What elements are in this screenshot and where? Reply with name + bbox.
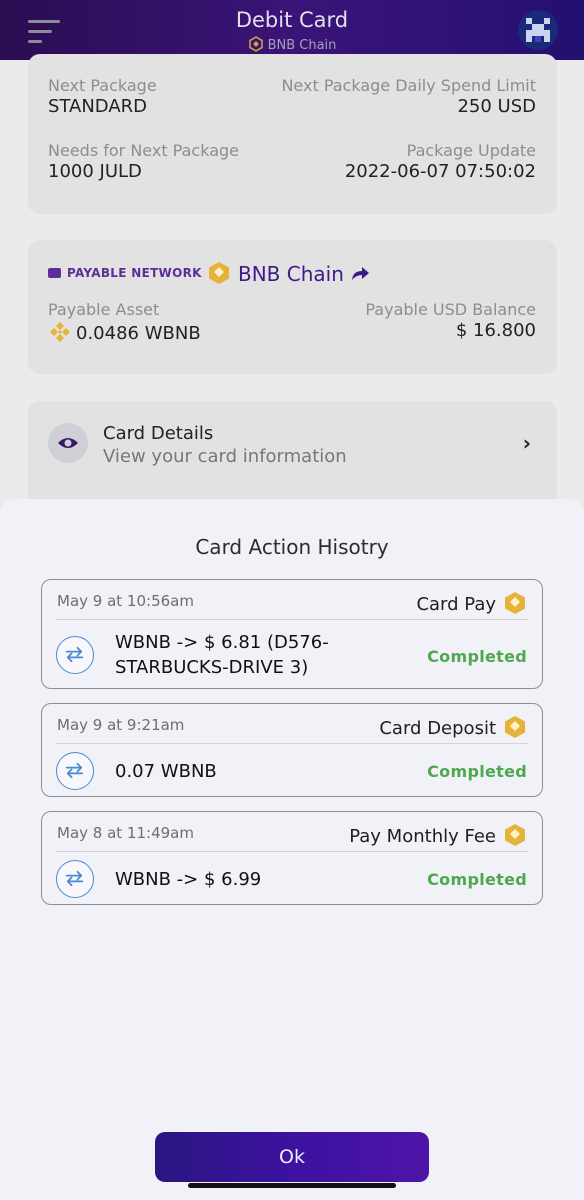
chevron-right-icon: › <box>522 431 531 455</box>
eye-icon <box>48 423 88 463</box>
network-card: PAYABLE NETWORK BNB Chain Payable Asset … <box>28 240 557 374</box>
home-indicator[interactable] <box>188 1183 396 1188</box>
history-detail: 0.07 WBNB <box>115 761 217 782</box>
bnb-icon <box>505 716 525 738</box>
swap-icon <box>56 860 94 898</box>
page-title: Debit Card <box>235 8 349 32</box>
history-type: Card Deposit <box>379 714 528 740</box>
payable-asset-value: 0.0486 WBNB <box>48 320 201 344</box>
status-badge: Completed <box>427 647 527 666</box>
history-item: May 8 at 11:49am Pay Monthly Fee WBNB ->… <box>41 811 543 905</box>
history-date: May 9 at 9:21am <box>57 716 185 734</box>
daily-limit-value: 250 USD <box>457 96 536 117</box>
history-detail-line: WBNB -> $ 6.81 (D576- <box>115 632 329 653</box>
history-type: Card Pay <box>416 590 528 616</box>
history-type-label: Card Pay <box>416 594 496 615</box>
swap-icon <box>56 752 94 790</box>
package-update-value: 2022-06-07 07:50:02 <box>344 161 536 182</box>
ok-button[interactable]: Ok <box>155 1132 429 1182</box>
bnb-icon <box>209 262 229 284</box>
chain-link[interactable]: BNB Chain <box>206 260 370 286</box>
history-detail: WBNB -> $ 6.81 (D576- STARBUCKS-DRIVE 3) <box>115 630 329 680</box>
history-detail-line: STARBUCKS-DRIVE 3) <box>115 657 309 678</box>
swap-icon <box>56 636 94 674</box>
avatar-icon[interactable] <box>518 10 558 50</box>
card-details-row[interactable]: Card Details View your card information … <box>28 401 557 511</box>
bnb-icon <box>505 592 525 614</box>
history-type-label: Card Deposit <box>379 718 496 739</box>
chain-subtitle: BNB Chain <box>0 36 584 53</box>
app-header: Debit Card BNB Chain <box>0 0 584 60</box>
chain-subtitle-label: BNB Chain <box>267 38 337 53</box>
history-item: May 9 at 9:21am Card Deposit 0.07 WBNB C… <box>41 703 543 797</box>
daily-limit-label: Next Package Daily Spend Limit <box>281 76 536 95</box>
history-sheet: Card Action Hisotry May 9 at 10:56am Car… <box>0 499 584 1200</box>
payable-network-label: PAYABLE NETWORK <box>67 266 202 280</box>
history-date: May 8 at 11:49am <box>57 824 194 842</box>
needs-label: Needs for Next Package <box>48 141 239 160</box>
payable-balance-value: $ 16.800 <box>455 320 536 341</box>
package-update-label: Package Update <box>406 141 536 160</box>
payable-balance-label: Payable USD Balance <box>365 300 536 319</box>
package-card: Next Package STANDARD Next Package Daily… <box>28 54 557 214</box>
history-date: May 9 at 10:56am <box>57 592 194 610</box>
sheet-title: Card Action Hisotry <box>195 535 389 559</box>
history-detail: WBNB -> $ 6.99 <box>115 869 262 890</box>
status-badge: Completed <box>427 870 527 889</box>
share-arrow-icon <box>352 267 370 280</box>
payable-network-badge: PAYABLE NETWORK <box>48 266 202 280</box>
next-package-value: STANDARD <box>48 96 148 117</box>
divider <box>56 619 528 620</box>
payable-asset-amount: 0.0486 WBNB <box>76 323 201 344</box>
bnb-icon <box>248 36 263 52</box>
bnb-icon <box>50 322 70 342</box>
bnb-icon <box>505 824 525 846</box>
history-item: May 9 at 10:56am Card Pay WBNB -> $ 6.81… <box>41 579 543 689</box>
card-details-subtitle: View your card information <box>103 446 347 467</box>
divider <box>56 743 528 744</box>
history-type: Pay Monthly Fee <box>349 822 528 848</box>
payable-asset-label: Payable Asset <box>48 300 160 319</box>
history-type-label: Pay Monthly Fee <box>349 826 496 847</box>
next-package-label: Next Package <box>48 76 157 95</box>
card-details-title: Card Details <box>103 423 214 444</box>
status-badge: Completed <box>427 762 527 781</box>
chain-name: BNB Chain <box>238 262 344 286</box>
divider <box>56 851 528 852</box>
needs-value: 1000 JULD <box>48 161 142 182</box>
id-card-icon <box>48 268 61 278</box>
